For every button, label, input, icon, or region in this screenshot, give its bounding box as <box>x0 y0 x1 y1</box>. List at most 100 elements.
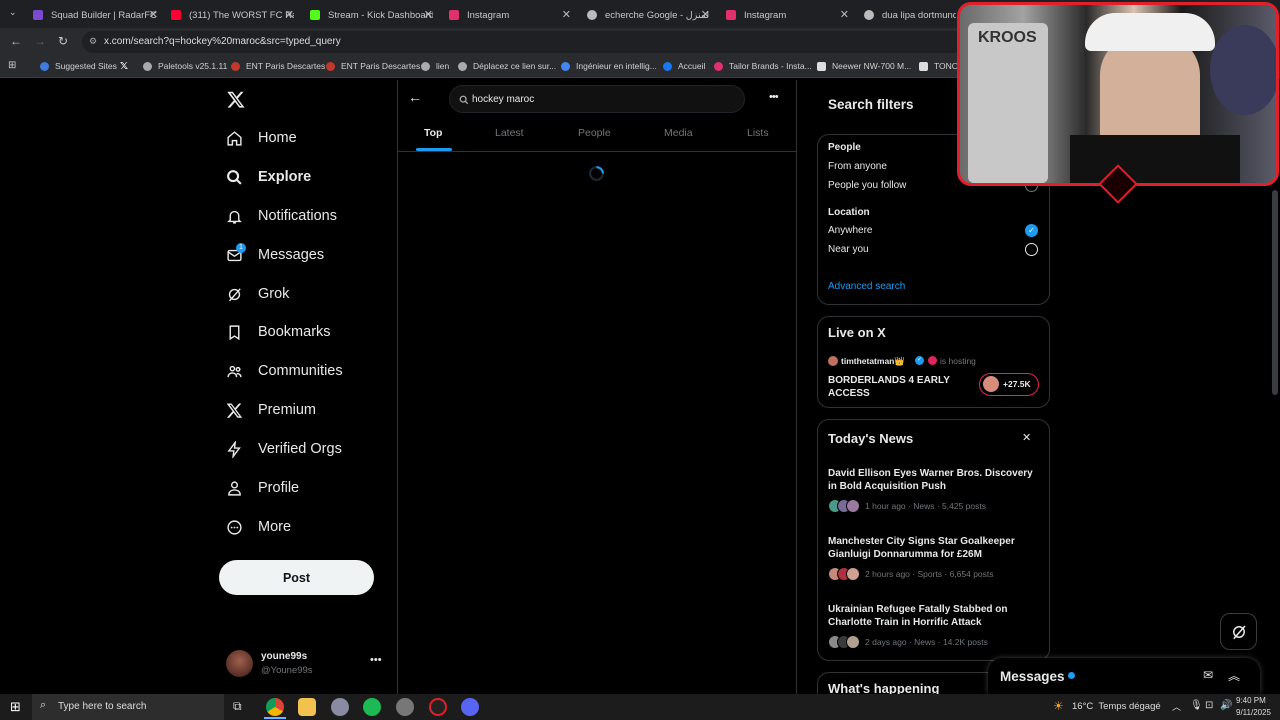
more-dots-icon[interactable]: ••• <box>769 91 779 103</box>
bookmark-ent-1[interactable]: ENT Paris Descartes <box>231 61 325 71</box>
tab-close-icon[interactable]: ✕ <box>149 8 158 21</box>
close-icon[interactable]: ✕ <box>1022 431 1031 444</box>
apps-grid-icon[interactable]: ⊞ <box>8 60 16 71</box>
clock-time[interactable]: 9:40 PM <box>1236 696 1266 705</box>
tab-people[interactable]: People <box>578 127 611 139</box>
nav-communities[interactable]: Communities <box>226 356 343 386</box>
advanced-search-link[interactable]: Advanced search <box>828 281 905 292</box>
browser-tab-6[interactable]: Instagram ✕ <box>726 4 849 26</box>
reload-icon[interactable]: ↻ <box>58 34 68 48</box>
tab-lists[interactable]: Lists <box>747 127 769 139</box>
windows-start-icon[interactable]: ⊞ <box>10 699 21 715</box>
filter-near-you[interactable]: Near you <box>828 244 869 255</box>
messages-drawer[interactable]: Messages ✉ ︽ <box>988 658 1260 694</box>
nav-grok[interactable]: Grok <box>226 279 289 309</box>
x-logo-icon[interactable] <box>226 90 246 109</box>
nav-messages[interactable]: Messages 1 <box>226 240 324 270</box>
discord-icon[interactable] <box>461 698 479 716</box>
bookmark-ent-2[interactable]: ENT Paris Descartes <box>326 61 420 71</box>
bookmark-lien[interactable]: lien <box>421 61 449 71</box>
tab-search-chevron-icon[interactable]: ⌄ <box>9 7 17 18</box>
live-host-row[interactable]: timthetatman👑 ✓ is hosting <box>828 356 1028 368</box>
live-listeners-pill[interactable]: +27.5K <box>979 373 1039 396</box>
page-scrollbar[interactable] <box>1272 190 1278 395</box>
settings-gear-icon[interactable] <box>396 698 414 716</box>
bookmark-favicon-icon <box>40 61 49 71</box>
chevron-up-icon[interactable]: ︽ <box>1228 667 1240 684</box>
nav-bookmarks[interactable]: Bookmarks <box>226 317 331 347</box>
nav-home[interactable]: Home <box>226 123 297 153</box>
nav-profile[interactable]: Profile <box>226 473 299 503</box>
task-view-icon[interactable]: ⧉ <box>233 699 242 714</box>
back-arrow-icon[interactable]: ← <box>10 34 22 48</box>
bookmark-suggested-sites[interactable]: Suggested Sites <box>40 61 117 71</box>
radio-near-you[interactable] <box>1025 243 1038 256</box>
bookmark-accueil[interactable]: Accueil <box>663 61 705 71</box>
browser-tab-5[interactable]: echerche Google - المنزل ✕ <box>587 4 710 26</box>
bookmark-label: lien <box>436 61 450 71</box>
news-headline[interactable]: Manchester City Signs Star Goalkeeper Gi… <box>828 535 1038 561</box>
new-message-icon[interactable]: ✉ <box>1203 668 1213 682</box>
tab-close-icon[interactable]: ✕ <box>701 8 710 21</box>
nav-label: Profile <box>258 480 300 496</box>
browser-tab-4[interactable]: Instagram ✕ <box>449 4 571 26</box>
nav-more[interactable]: More <box>226 512 291 542</box>
site-info-icon[interactable]: ⚙ <box>89 36 97 47</box>
tab-media[interactable]: Media <box>664 127 693 139</box>
clock-date[interactable]: 9/11/2025 <box>1236 708 1271 717</box>
microphone-icon[interactable]: 🎙 <box>1190 700 1203 711</box>
tab-favicon-icon <box>171 10 181 20</box>
filter-people-you-follow[interactable]: People you follow <box>828 180 906 191</box>
tray-chevron-up-icon[interactable]: ︿ <box>1172 700 1181 713</box>
browser-tab-2[interactable]: (311) The WORST FC Rag...✕ <box>171 4 294 26</box>
obs-icon[interactable] <box>429 698 447 716</box>
browser-tab-3[interactable]: Stream - Kick Dashboard ✕ <box>310 4 433 26</box>
bookmark-x[interactable]: 𝕏 <box>120 61 128 72</box>
bookmark-neewer[interactable]: Neewer NW-700 M... <box>817 61 911 71</box>
nav-notifications[interactable]: Notifications <box>226 201 337 231</box>
taskbar-search-input[interactable]: ⌕ Type here to search <box>32 694 224 720</box>
browser-tab-7[interactable]: dua lipa dortmund - R <box>864 4 956 26</box>
nav-verified-orgs[interactable]: Verified Orgs <box>226 434 342 464</box>
weather-text[interactable]: 16°C Temps dégagé <box>1072 701 1161 712</box>
filter-anywhere[interactable]: Anywhere <box>828 225 872 236</box>
volume-icon[interactable]: 🔊 <box>1220 700 1232 711</box>
spotify-icon[interactable] <box>363 698 381 716</box>
tab-close-icon[interactable]: ✕ <box>424 8 433 21</box>
file-explorer-icon[interactable] <box>298 698 316 716</box>
app-icon[interactable] <box>331 698 349 716</box>
post-button[interactable]: Post <box>219 560 374 595</box>
more-dots-icon[interactable]: ••• <box>370 654 382 666</box>
bookmark-deplacez[interactable]: Déplacez ce lien sur... <box>458 61 556 71</box>
grok-floating-button[interactable] <box>1220 613 1257 650</box>
nav-label: Verified Orgs <box>258 441 342 457</box>
tab-close-icon[interactable]: ✕ <box>285 8 294 21</box>
tab-top[interactable]: Top <box>424 127 442 139</box>
live-indicator-icon <box>928 356 937 365</box>
nav-label: Home <box>258 130 297 146</box>
bookmark-paletools[interactable]: Paletools v25.1.11 <box>143 61 227 71</box>
network-icon[interactable]: ⊡ <box>1205 700 1213 711</box>
tab-close-icon[interactable]: ✕ <box>562 8 571 21</box>
news-headline[interactable]: David Ellison Eyes Warner Bros. Discover… <box>828 467 1038 493</box>
bookmark-favicon-icon <box>663 61 672 71</box>
news-meta: 1 hour ago · News · 5,425 posts <box>865 501 986 511</box>
filter-from-anyone[interactable]: From anyone <box>828 161 887 172</box>
tab-close-icon[interactable]: ✕ <box>840 8 849 21</box>
bookmark-tailor-brands[interactable]: Tailor Brands - Insta... <box>714 61 812 71</box>
account-switcher[interactable]: youne99s @Youne99s ••• <box>226 648 388 680</box>
browser-tab-1[interactable]: Squad Builder | RadarFC ✕ <box>33 4 158 26</box>
nav-premium[interactable]: Premium <box>226 395 316 425</box>
tab-favicon-icon <box>587 10 597 20</box>
search-input[interactable]: hockey maroc <box>449 85 745 113</box>
radio-anywhere-checked-icon[interactable]: ✓ <box>1025 224 1038 237</box>
news-headline[interactable]: Ukrainian Refugee Fatally Stabbed on Cha… <box>828 603 1038 629</box>
back-arrow-icon[interactable]: ← <box>408 89 422 105</box>
forward-arrow-icon[interactable]: → <box>34 34 46 48</box>
nav-explore[interactable]: Explore <box>226 162 311 192</box>
tab-latest[interactable]: Latest <box>495 127 524 139</box>
bookmark-ingenieur[interactable]: Ingénieur en intellig... <box>561 61 657 71</box>
hosting-label: is hosting <box>940 356 976 366</box>
live-stream-title[interactable]: BORDERLANDS 4 EARLY ACCESS <box>828 374 973 400</box>
chrome-icon[interactable] <box>266 698 284 716</box>
